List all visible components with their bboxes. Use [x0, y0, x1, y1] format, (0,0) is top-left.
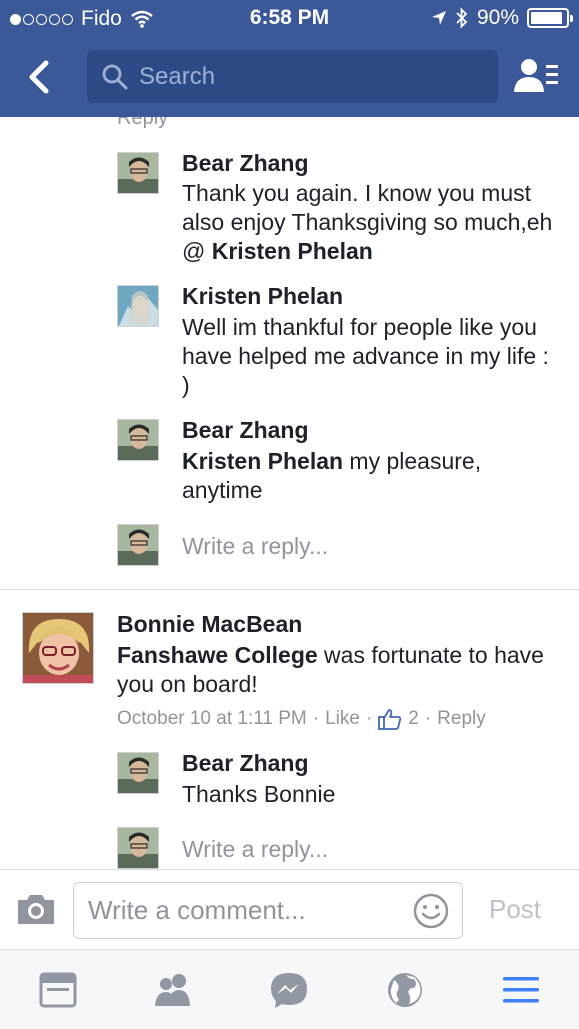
- reply-link[interactable]: Reply: [117, 117, 168, 130]
- globe-icon[interactable]: [384, 970, 426, 1010]
- separator: ·: [365, 708, 373, 729]
- reply-text: Well im thankful for people like you hav…: [182, 314, 549, 398]
- menu-icon[interactable]: [500, 970, 542, 1010]
- comment-timestamp[interactable]: October 10 at 1:11 PM: [117, 708, 307, 730]
- avatar: [117, 524, 159, 566]
- comment-box[interactable]: [73, 882, 463, 939]
- comment-text: Fanshawe College was fortunate to have y…: [117, 641, 557, 699]
- emoji-icon[interactable]: [412, 892, 450, 930]
- news-feed-icon[interactable]: [37, 970, 79, 1010]
- avatar[interactable]: [117, 752, 159, 794]
- avatar: [117, 827, 159, 869]
- search-input[interactable]: [139, 50, 489, 103]
- location-arrow-icon: [431, 11, 446, 25]
- comments-area: Reply Bear Zhang Thank you again. I know…: [0, 117, 579, 869]
- write-reply-input[interactable]: Write a reply...: [182, 533, 328, 560]
- avatar[interactable]: [117, 152, 159, 194]
- mention-link[interactable]: Kristen Phelan: [212, 238, 373, 264]
- avatar[interactable]: [117, 285, 159, 327]
- mention-link[interactable]: Kristen Phelan: [182, 448, 343, 474]
- comment-input[interactable]: [88, 883, 398, 938]
- reply-author[interactable]: Bear Zhang: [182, 417, 309, 444]
- search-bar[interactable]: [87, 50, 498, 103]
- avatar[interactable]: [22, 612, 94, 684]
- compose-bar: Post: [0, 869, 579, 949]
- write-reply-input[interactable]: Write a reply...: [182, 836, 328, 863]
- status-bar: Fido 6:58 PM 90%: [0, 0, 579, 38]
- back-chevron-icon[interactable]: [20, 55, 64, 99]
- friend-requests-icon[interactable]: [512, 56, 560, 98]
- reply-text: Kristen Phelan my pleasure, anytime: [182, 447, 562, 505]
- avatar[interactable]: [117, 419, 159, 461]
- reply-author[interactable]: Bear Zhang: [182, 150, 309, 177]
- separator: ·: [312, 708, 320, 729]
- reply-text: Thanks Bonnie: [182, 781, 336, 807]
- messenger-icon[interactable]: [268, 970, 310, 1010]
- battery-percent: 90%: [476, 6, 519, 29]
- post-button[interactable]: Post: [489, 894, 541, 925]
- search-icon: [102, 64, 128, 90]
- nav-row: [0, 50, 579, 104]
- camera-icon[interactable]: [16, 892, 56, 926]
- mention-link[interactable]: Fanshawe College: [117, 642, 318, 668]
- like-link[interactable]: Like: [325, 708, 360, 730]
- friends-icon[interactable]: [152, 970, 194, 1010]
- reply-text: Thank you again. I know you must also en…: [182, 179, 562, 266]
- top-bar: Fido 6:58 PM 90%: [0, 0, 579, 117]
- battery-icon: [527, 8, 573, 28]
- reply-author[interactable]: Kristen Phelan: [182, 283, 343, 310]
- comment-meta: October 10 at 1:11 PM · Like · 2 · Reply: [117, 708, 486, 730]
- reply-link[interactable]: Reply: [437, 708, 486, 730]
- like-count[interactable]: 2: [408, 708, 419, 730]
- bluetooth-icon: [456, 7, 468, 29]
- reply-author[interactable]: Bear Zhang: [182, 750, 309, 777]
- separator: ·: [424, 708, 432, 729]
- tab-bar: [0, 949, 579, 1029]
- divider: [0, 589, 579, 590]
- comment-author[interactable]: Bonnie MacBean: [117, 611, 302, 638]
- thumbs-up-icon: [378, 709, 402, 730]
